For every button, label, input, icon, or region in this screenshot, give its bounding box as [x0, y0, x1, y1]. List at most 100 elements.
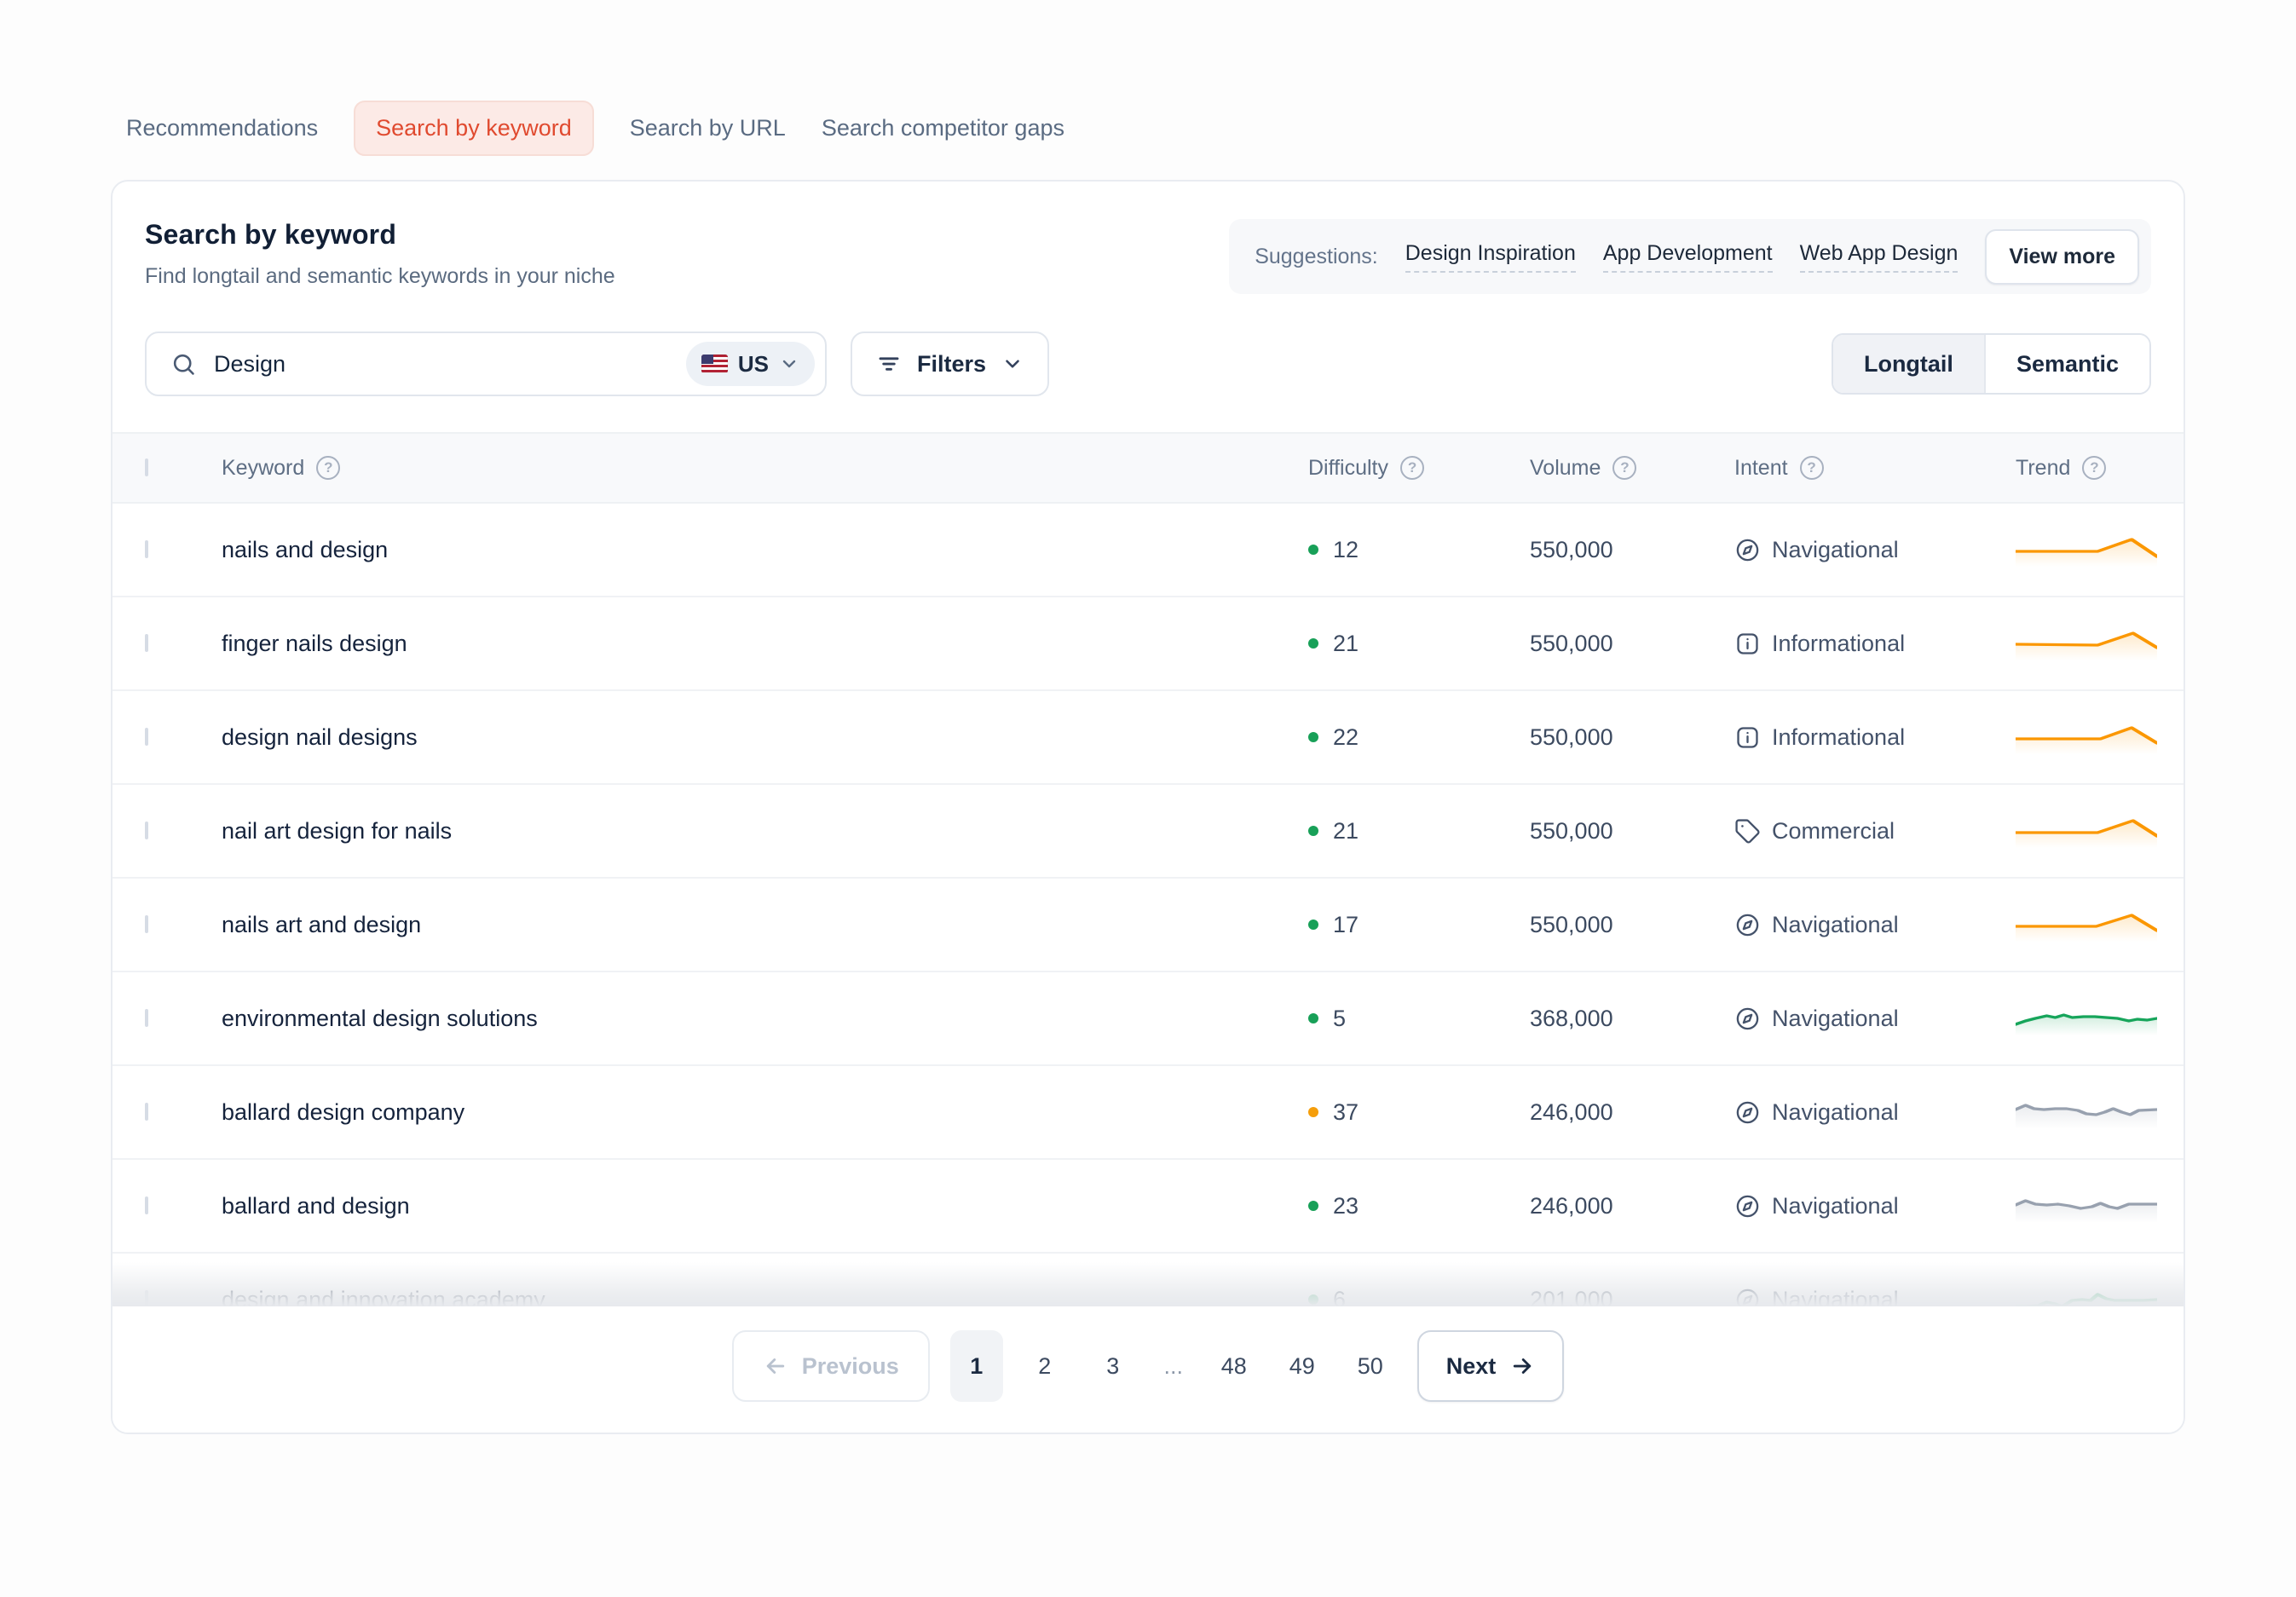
compass-icon — [1734, 1006, 1761, 1032]
suggestions-label: Suggestions: — [1255, 245, 1378, 269]
column-header-trend: Trend ? — [2016, 456, 2151, 481]
table-row: nail art design for nails 21 550,000 Com… — [112, 785, 2184, 879]
page-number-48[interactable]: 48 — [1208, 1330, 1260, 1402]
trend-sparkline — [2016, 1189, 2157, 1223]
difficulty-cell: 23 — [1308, 1193, 1530, 1219]
row-checkbox[interactable] — [145, 1196, 148, 1214]
search-input[interactable] — [214, 351, 669, 378]
toggle-longtail[interactable]: Longtail — [1833, 335, 1984, 393]
volume-cell: 550,000 — [1530, 724, 1734, 751]
intent-label: Navigational — [1772, 537, 1899, 563]
row-checkbox[interactable] — [145, 1290, 148, 1306]
chevron-down-icon — [779, 354, 799, 374]
country-selector[interactable]: US — [686, 342, 815, 386]
suggestion-design-inspiration[interactable]: Design Inspiration — [1405, 241, 1576, 273]
difficulty-dot — [1308, 545, 1318, 555]
difficulty-dot — [1308, 638, 1318, 649]
intent-cell: Informational — [1734, 724, 2016, 751]
row-checkbox[interactable] — [145, 1009, 148, 1027]
row-checkbox[interactable] — [145, 822, 148, 839]
table-row: finger nails design 21 550,000 Informati… — [112, 597, 2184, 691]
tab-search-by-url[interactable]: Search by URL — [630, 115, 786, 141]
row-checkbox[interactable] — [145, 540, 148, 558]
row-checkbox[interactable] — [145, 728, 148, 746]
us-flag-icon — [701, 355, 728, 373]
help-icon[interactable]: ? — [316, 456, 340, 480]
help-icon[interactable]: ? — [1400, 456, 1424, 480]
page-ellipsis: ... — [1155, 1330, 1192, 1402]
compass-icon — [1734, 912, 1761, 938]
difficulty-cell: 22 — [1308, 724, 1530, 751]
intent-label: Navigational — [1772, 912, 1899, 938]
table-row: nails art and design 17 550,000 Navigati… — [112, 879, 2184, 972]
page-number-2[interactable]: 2 — [1018, 1330, 1071, 1402]
difficulty-cell: 21 — [1308, 631, 1530, 657]
page-title: Search by keyword — [145, 219, 615, 251]
difficulty-value: 6 — [1333, 1287, 1346, 1307]
intent-label: Navigational — [1772, 1006, 1899, 1032]
intent-cell: Navigational — [1734, 1193, 2016, 1219]
keyword-cell[interactable]: ballard and design — [222, 1193, 1308, 1219]
trend-sparkline — [2016, 720, 2157, 754]
table-row: ballard design company 37 246,000 Naviga… — [112, 1066, 2184, 1160]
difficulty-dot — [1308, 732, 1318, 742]
previous-button[interactable]: Previous — [732, 1330, 930, 1402]
difficulty-cell: 5 — [1308, 1006, 1530, 1032]
keyword-cell[interactable]: ballard design company — [222, 1099, 1308, 1126]
compass-icon — [1734, 1287, 1761, 1307]
keyword-cell[interactable]: finger nails design — [222, 631, 1308, 657]
intent-label: Navigational — [1772, 1193, 1899, 1219]
difficulty-value: 37 — [1333, 1099, 1359, 1126]
volume-cell: 550,000 — [1530, 912, 1734, 938]
keyword-cell[interactable]: nail art design for nails — [222, 818, 1308, 845]
difficulty-value: 5 — [1333, 1006, 1346, 1032]
trend-sparkline — [2016, 908, 2157, 942]
tab-recommendations[interactable]: Recommendations — [126, 115, 318, 141]
intent-cell: Commercial — [1734, 818, 2016, 845]
keyword-search-field[interactable]: US — [145, 332, 827, 396]
difficulty-dot — [1308, 826, 1318, 836]
suggestion-web-app-design[interactable]: Web App Design — [1800, 241, 1959, 273]
page-numbers: 123... 484950 — [950, 1330, 1397, 1402]
page-number-50[interactable]: 50 — [1344, 1330, 1397, 1402]
suggestion-app-development[interactable]: App Development — [1603, 241, 1773, 273]
page-number-49[interactable]: 49 — [1276, 1330, 1329, 1402]
page-number-3[interactable]: 3 — [1087, 1330, 1139, 1402]
next-button[interactable]: Next — [1417, 1330, 1565, 1402]
help-icon[interactable]: ? — [1800, 456, 1824, 480]
tab-search-by-keyword[interactable]: Search by keyword — [354, 101, 594, 156]
trend-sparkline — [2016, 1001, 2157, 1035]
select-all-checkbox[interactable] — [145, 458, 148, 476]
trend-sparkline — [2016, 626, 2157, 660]
keyword-cell[interactable]: environmental design solutions — [222, 1006, 1308, 1032]
intent-cell: Navigational — [1734, 1287, 2016, 1307]
page-number-1[interactable]: 1 — [950, 1330, 1003, 1402]
row-checkbox[interactable] — [145, 634, 148, 652]
info-icon — [1734, 631, 1761, 657]
filters-button[interactable]: Filters — [851, 332, 1049, 396]
intent-cell: Navigational — [1734, 1006, 2016, 1032]
volume-cell: 246,000 — [1530, 1193, 1734, 1219]
view-more-button[interactable]: View more — [1985, 229, 2139, 285]
difficulty-cell: 17 — [1308, 912, 1530, 938]
page-subtitle: Find longtail and semantic keywords in y… — [145, 264, 615, 289]
search-controls: US Filters Longtail Semantic — [112, 332, 2184, 396]
previous-label: Previous — [802, 1353, 899, 1380]
keyword-cell[interactable]: design nail designs — [222, 724, 1308, 751]
table-row: design nail designs 22 550,000 Informati… — [112, 691, 2184, 785]
table-header: Keyword ? Difficulty ? Volume ? Intent ?… — [112, 432, 2184, 504]
toggle-semantic[interactable]: Semantic — [1984, 335, 2149, 393]
help-icon[interactable]: ? — [1612, 456, 1636, 480]
row-checkbox[interactable] — [145, 1103, 148, 1121]
tab-search-competitor-gaps[interactable]: Search competitor gaps — [822, 115, 1064, 141]
arrow-left-icon — [763, 1353, 788, 1379]
keyword-cell[interactable]: nails art and design — [222, 912, 1308, 938]
keyword-cell[interactable]: design and innovation academy — [222, 1287, 1308, 1307]
difficulty-dot — [1308, 1013, 1318, 1023]
filter-icon — [876, 351, 902, 377]
keyword-cell[interactable]: nails and design — [222, 537, 1308, 563]
difficulty-dot — [1308, 1107, 1318, 1117]
page: Recommendations Search by keyword Search… — [0, 0, 2296, 1434]
help-icon[interactable]: ? — [2082, 456, 2106, 480]
row-checkbox[interactable] — [145, 915, 148, 933]
